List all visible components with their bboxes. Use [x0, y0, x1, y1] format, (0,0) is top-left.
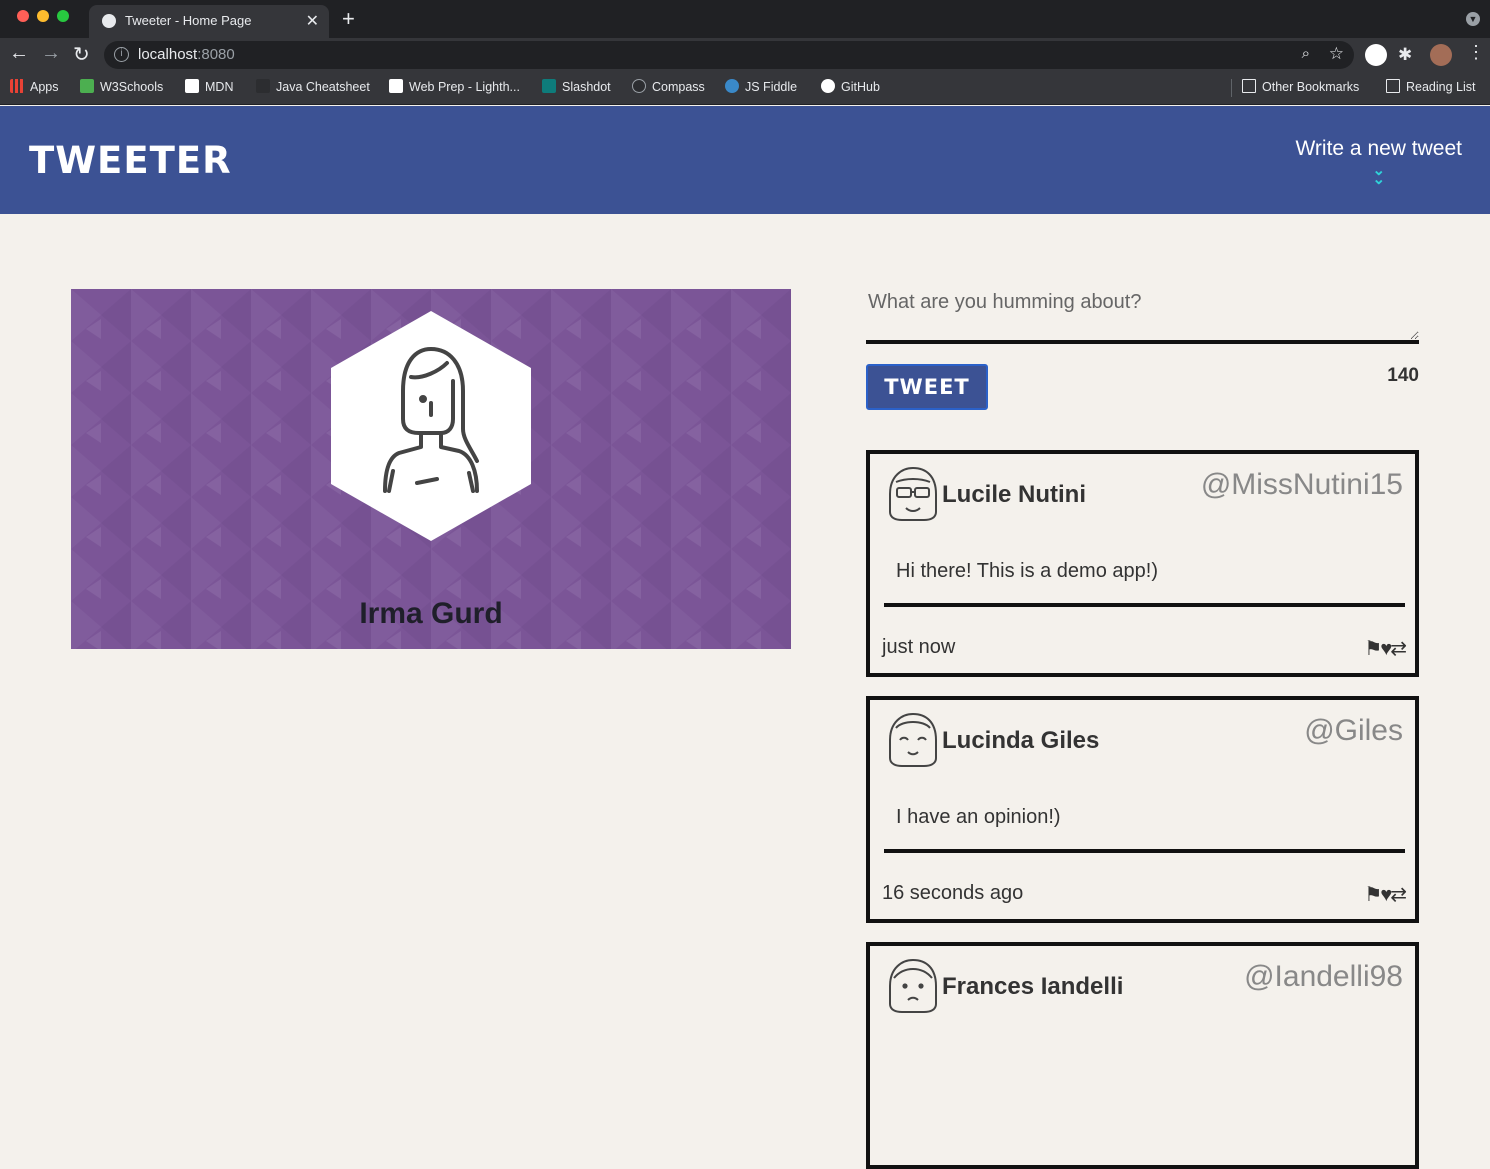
reload-icon[interactable]: ↻ [73, 42, 90, 67]
user-avatar-icon [889, 466, 937, 521]
double-chevron-down-icon: ⌄ ⌄ [1372, 162, 1386, 188]
close-window-icon[interactable] [17, 10, 29, 22]
browser-toolbar: ← → ↻ i localhost:8080 ⌕ ☆ ✱ ⋮ [0, 38, 1490, 71]
tweet-actions: ⚑♥⇄ [1364, 882, 1407, 907]
address-bar[interactable]: i localhost:8080 ⌕ ☆ [104, 41, 1354, 69]
browser-tab[interactable]: Tweeter - Home Page ✕ [89, 5, 329, 38]
java-icon [256, 79, 270, 93]
app-navbar: TWEETER Write a new tweet ⌄ ⌄ [0, 106, 1490, 214]
heart-icon[interactable]: ♥ [1380, 884, 1392, 906]
browser-menu-icon[interactable]: ⋮ [1467, 42, 1485, 63]
brand-logo[interactable]: TWEETER [29, 139, 232, 182]
bookmark-web-prep[interactable]: Web Prep - Lighth... [389, 79, 520, 94]
back-icon[interactable]: ← [9, 42, 29, 65]
folder-icon [1242, 79, 1256, 93]
tweet-submit-button[interactable]: TWEET [866, 364, 988, 410]
mdn-icon [185, 79, 199, 93]
globe-icon [102, 14, 116, 28]
slashdot-icon [542, 79, 556, 93]
bookmarks-divider [1231, 79, 1232, 97]
tweet-card: Lucile Nutini @MissNutini15 Hi there! Th… [866, 450, 1419, 677]
tweet-author-handle: @Iandelli98 [1244, 960, 1403, 993]
bookmark-github[interactable]: GitHub [821, 79, 880, 94]
jsfiddle-icon [725, 79, 739, 93]
maximize-window-icon[interactable] [57, 10, 69, 22]
bookmark-compass[interactable]: Compass [632, 79, 705, 94]
tweet-author-handle: @MissNutini15 [1200, 468, 1403, 501]
zoom-icon[interactable]: ⌕ [1302, 45, 1310, 62]
site-info-icon[interactable]: i [114, 47, 129, 62]
tab-title: Tweeter - Home Page [125, 13, 252, 28]
profile-avatar[interactable] [1430, 44, 1452, 66]
lighthouse-icon [389, 79, 403, 93]
user-avatar-icon [889, 712, 937, 767]
write-new-tweet-label: Write a new tweet [1295, 137, 1462, 160]
profile-avatar [331, 311, 531, 541]
reading-list-icon [1386, 79, 1400, 93]
character-counter: 140 [1387, 365, 1419, 386]
bookmark-star-icon[interactable]: ☆ [1329, 44, 1344, 64]
bookmark-mdn[interactable]: MDN [185, 79, 233, 94]
forward-icon[interactable]: → [41, 42, 61, 65]
reading-list[interactable]: Reading List [1386, 79, 1476, 94]
bookmark-java-cheatsheet[interactable]: Java Cheatsheet [256, 79, 370, 94]
tweet-author-name: Frances Iandelli [942, 973, 1124, 1000]
browser-tab-bar: Tweeter - Home Page ✕ + ▼ [0, 0, 1490, 38]
tweet-card: Frances Iandelli @Iandelli98 [866, 942, 1419, 1169]
bookmarks-bar: Apps W3Schools MDN Java Cheatsheet Web P… [0, 71, 1490, 105]
tweet-actions: ⚑♥⇄ [1364, 636, 1407, 661]
tweet-content: I have an opinion!) [884, 806, 1405, 853]
tab-search-icon[interactable]: ▼ [1466, 12, 1480, 26]
tab-close-icon[interactable]: ✕ [306, 11, 319, 31]
tweet-card: Lucinda Giles @Giles I have an opinion!)… [866, 696, 1419, 923]
extension-avatar-icon[interactable] [1365, 44, 1387, 66]
bookmark-w3schools[interactable]: W3Schools [80, 79, 163, 94]
tweet-author-handle: @Giles [1304, 714, 1403, 747]
tweet-content: Hi there! This is a demo app!) [884, 560, 1405, 607]
tweet-textarea[interactable] [866, 289, 1419, 344]
tweet-author-name: Lucinda Giles [942, 727, 1100, 754]
minimize-window-icon[interactable] [37, 10, 49, 22]
apps-grid-icon [10, 79, 24, 93]
new-tab-button[interactable]: + [342, 6, 355, 32]
profile-name: Irma Gurd [359, 597, 503, 630]
extensions-puzzle-icon[interactable]: ✱ [1398, 45, 1412, 65]
heart-icon[interactable]: ♥ [1380, 638, 1392, 660]
retweet-icon[interactable]: ⇄ [1390, 884, 1407, 906]
flag-icon[interactable]: ⚑ [1364, 638, 1382, 660]
retweet-icon[interactable]: ⇄ [1390, 638, 1407, 660]
bookmark-slashdot[interactable]: Slashdot [542, 79, 611, 94]
github-icon [821, 79, 835, 93]
tweet-author-name: Lucile Nutini [942, 481, 1086, 508]
user-avatar-icon [889, 958, 937, 1013]
other-bookmarks-folder[interactable]: Other Bookmarks [1242, 79, 1359, 94]
bookmark-apps[interactable]: Apps [10, 79, 59, 94]
bookmark-js-fiddle[interactable]: JS Fiddle [725, 79, 797, 94]
write-new-tweet-toggle[interactable]: Write a new tweet ⌄ ⌄ [1295, 137, 1462, 188]
tweet-timestamp: just now [882, 636, 956, 658]
w3schools-icon [80, 79, 94, 93]
tweet-timestamp: 16 seconds ago [882, 882, 1024, 904]
profile-header: Irma Gurd [71, 289, 791, 649]
url-text: localhost:8080 [138, 46, 235, 63]
flag-icon[interactable]: ⚑ [1364, 884, 1382, 906]
compass-icon [632, 79, 646, 93]
